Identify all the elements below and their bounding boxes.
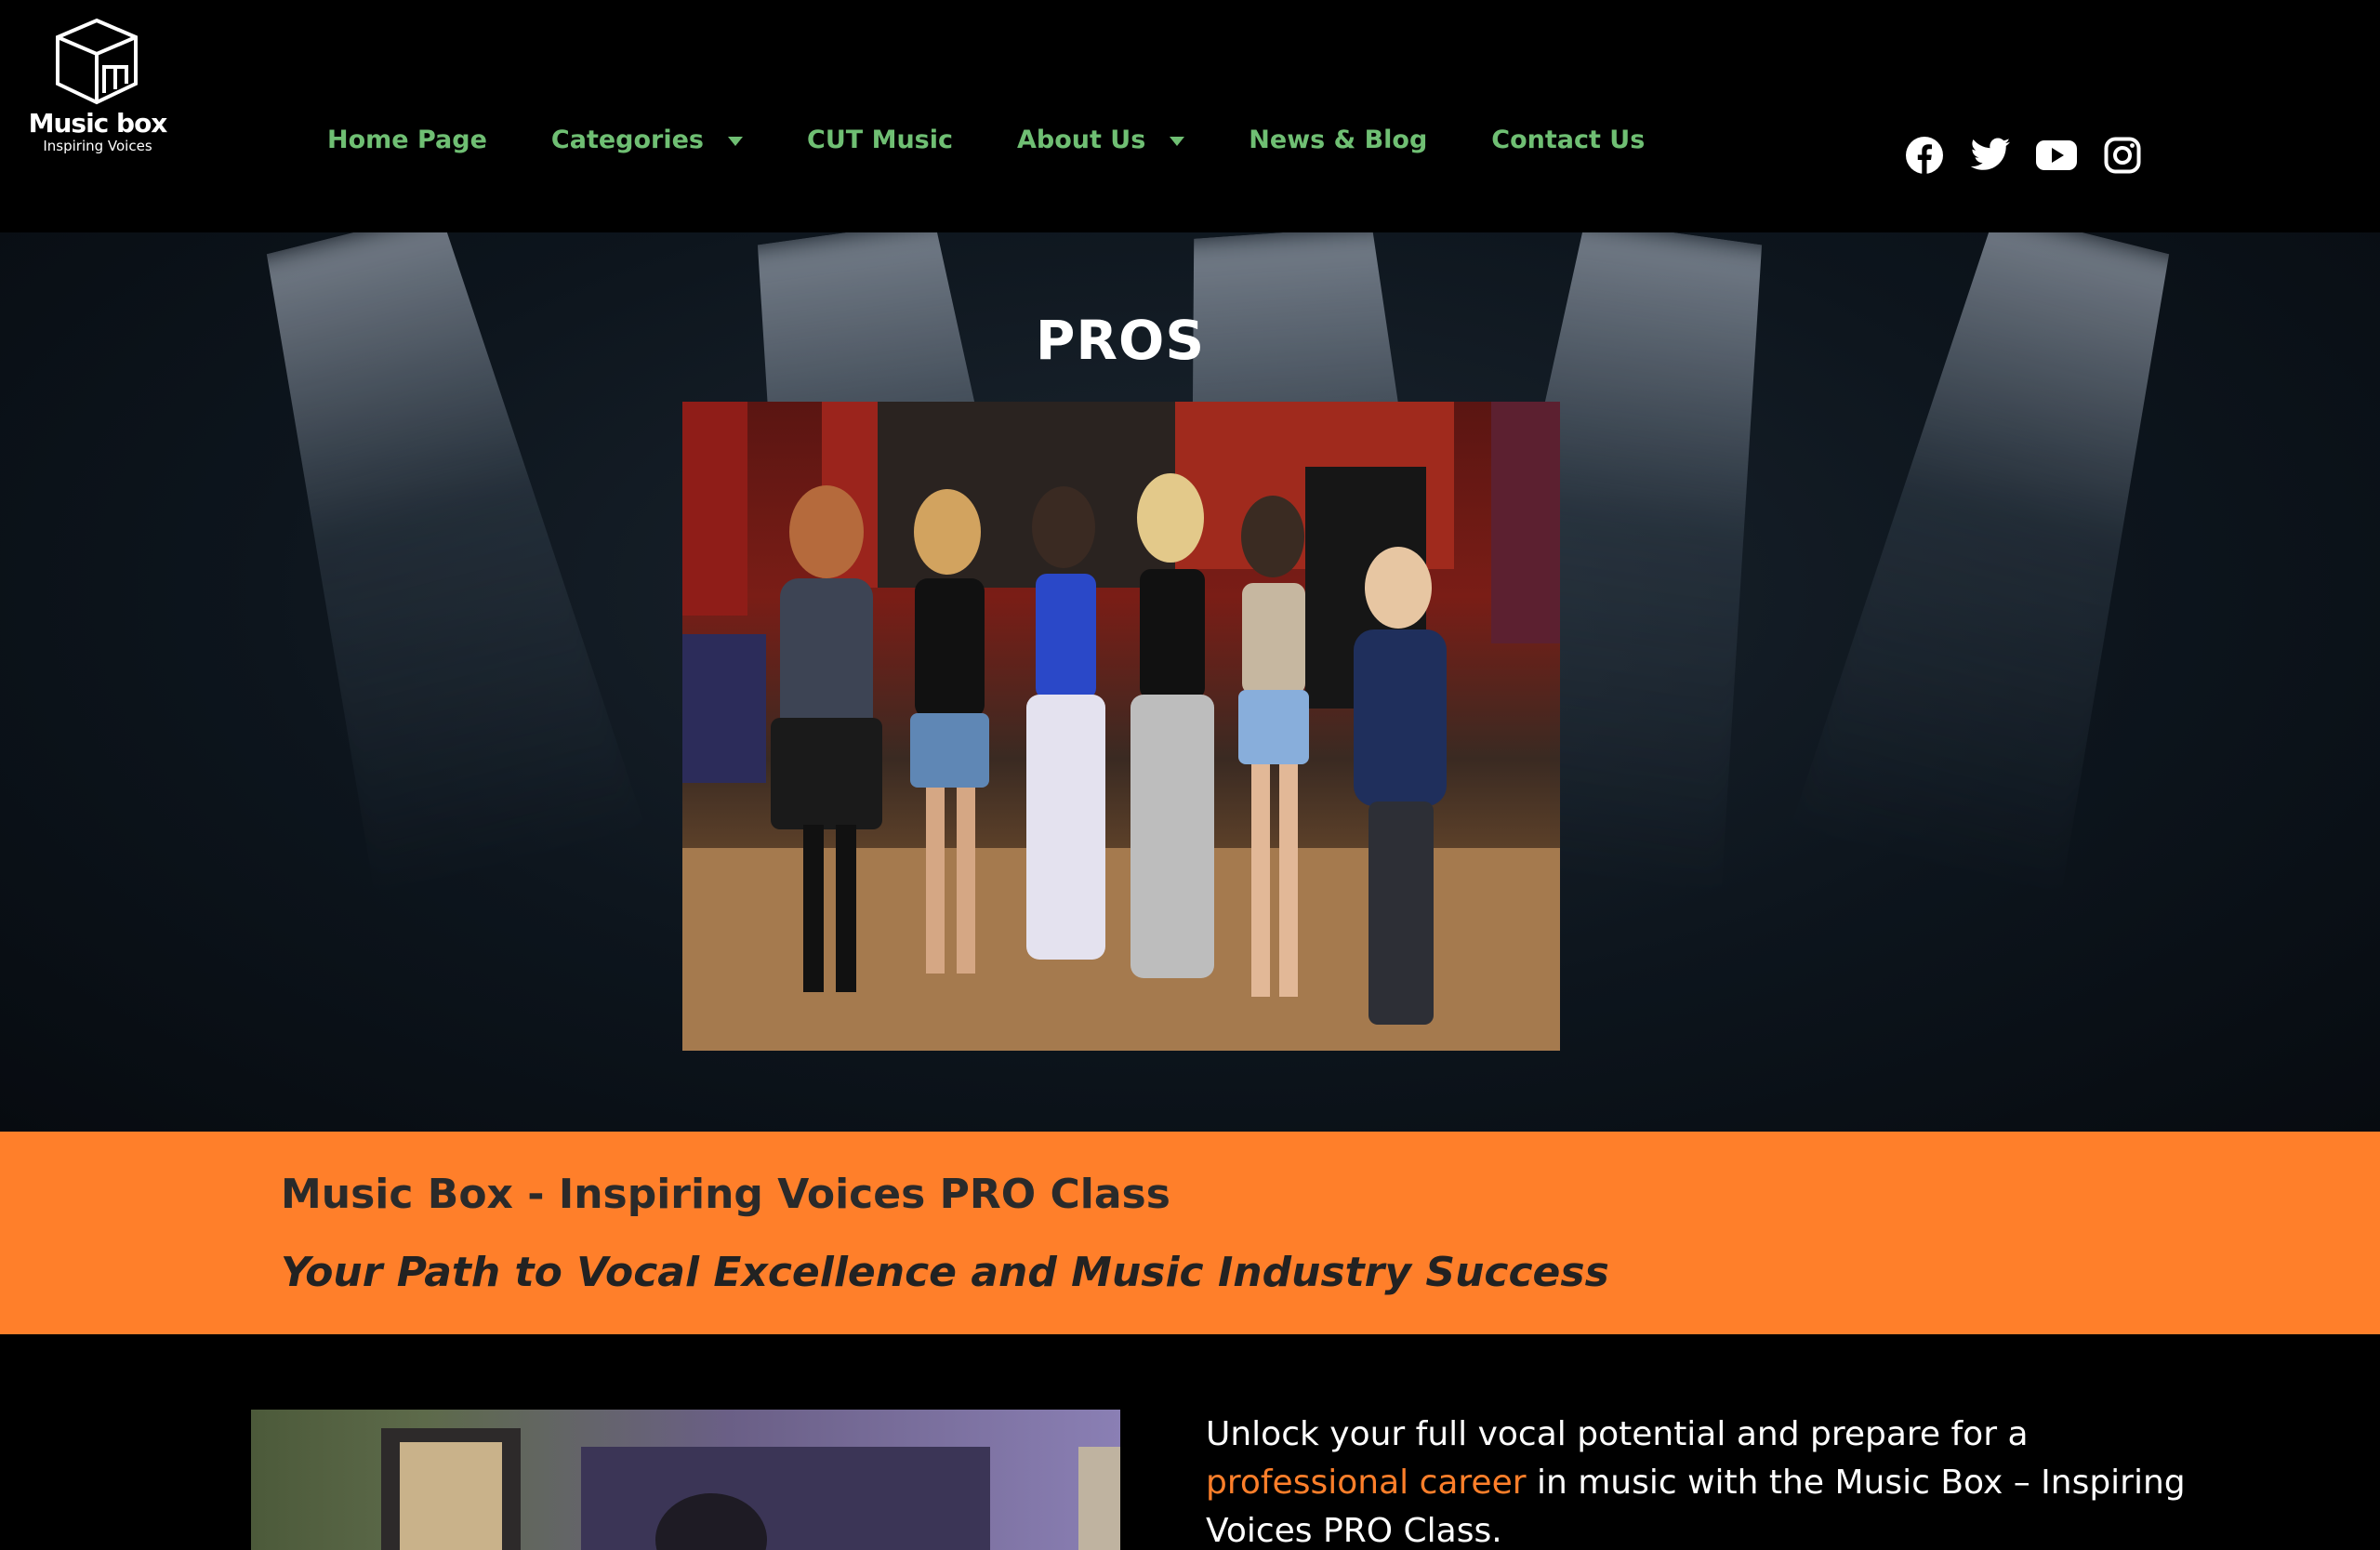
nav-label: About Us: [1017, 126, 1146, 154]
group-photo: [682, 402, 1560, 1051]
group-photo-illustration: [682, 402, 1560, 1051]
twitter-icon[interactable]: [1970, 135, 2011, 176]
logo-brand: Music box: [28, 108, 168, 139]
social-links: [1904, 135, 2168, 176]
youtube-icon[interactable]: [2036, 135, 2077, 176]
cube-logo-icon: [56, 18, 138, 105]
main-nav: Home Page Categories CUT Music About Us …: [327, 126, 1709, 154]
caret-down-icon: [728, 136, 744, 146]
nav-label: Home Page: [327, 126, 487, 154]
nav-label: Categories: [550, 126, 705, 154]
nav-label: Contact Us: [1491, 126, 1646, 154]
class-subtitle: Your Path to Vocal Excellence and Music …: [281, 1249, 1609, 1296]
intro-section: Unlock your full vocal potential and pre…: [0, 1334, 2380, 1550]
instagram-icon[interactable]: [2102, 135, 2143, 176]
nav-item-news-blog[interactable]: News & Blog: [1249, 126, 1427, 154]
facebook-icon[interactable]: [1904, 135, 1945, 176]
intro-paragraph: Unlock your full vocal potential and pre…: [1206, 1411, 2219, 1550]
nav-item-home[interactable]: Home Page: [327, 126, 487, 154]
studio-photo-illustration: [381, 1428, 1120, 1550]
professional-career-link[interactable]: professional career: [1206, 1464, 1527, 1502]
page-title: PROS: [1035, 309, 1206, 372]
nav-item-contact-us[interactable]: Contact Us: [1491, 126, 1645, 154]
nav-item-cut-music[interactable]: CUT Music: [807, 126, 953, 154]
nav-label: News & Blog: [1249, 126, 1428, 154]
class-banner: Music Box - Inspiring Voices PRO Class Y…: [0, 1132, 2380, 1334]
hero-section: PROS: [0, 232, 2380, 1132]
nav-item-about-us[interactable]: About Us: [1017, 126, 1185, 154]
site-logo[interactable]: Music box Inspiring Voices: [28, 17, 167, 156]
nav-label: CUT Music: [807, 126, 953, 154]
logo-tagline: Inspiring Voices: [43, 138, 152, 154]
intro-text-start: Unlock your full vocal potential and pre…: [1206, 1415, 2029, 1453]
site-header: Music box Inspiring Voices Home Page Cat…: [0, 0, 2380, 232]
caret-down-icon: [1170, 136, 1185, 146]
studio-photo: [251, 1410, 1120, 1550]
class-title: Music Box - Inspiring Voices PRO Class: [281, 1171, 1170, 1218]
nav-item-categories[interactable]: Categories: [550, 126, 744, 154]
